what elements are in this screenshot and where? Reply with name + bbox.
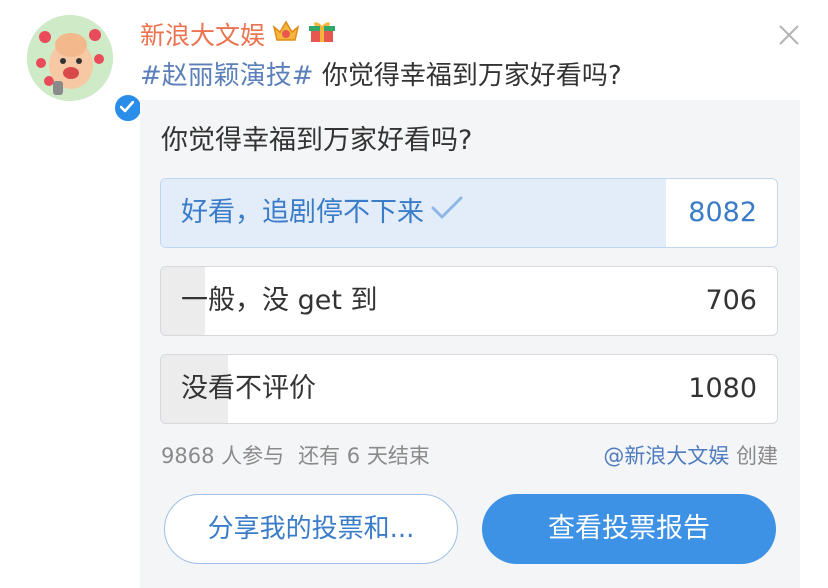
option-count: 1080	[688, 373, 757, 404]
gift-badge-icon	[307, 18, 337, 50]
share-vote-button[interactable]: 分享我的投票和...	[164, 494, 458, 564]
poll-meta: 9868 人参与 还有 6 天结束	[161, 440, 430, 470]
verified-icon	[113, 93, 143, 123]
poll-option[interactable]: 好看，追剧停不下来 8082	[160, 178, 778, 248]
option-count: 706	[705, 285, 757, 316]
poll-question: 你觉得幸福到万家好看吗?	[161, 125, 473, 156]
poll-creator: @新浪大文娱 创建	[603, 440, 778, 470]
checkmark-icon	[430, 179, 464, 247]
option-label-row: 没看不评价	[181, 355, 316, 423]
option-label: 一般，没 get 到	[181, 285, 378, 316]
option-count: 8082	[688, 197, 757, 228]
post-body: 你觉得幸福到万家好看吗?	[313, 61, 622, 91]
avatar-illustration	[27, 15, 113, 101]
poll-option[interactable]: 没看不评价 1080	[160, 354, 778, 424]
creator-suffix: 创建	[729, 444, 778, 468]
avatar[interactable]	[27, 15, 143, 123]
poll-option[interactable]: 一般，没 get 到 706	[160, 266, 778, 336]
post-text: #赵丽颖演技# 你觉得幸福到万家好看吗?	[140, 58, 622, 94]
crown-badge-icon	[271, 18, 301, 50]
close-icon[interactable]	[776, 22, 802, 48]
option-label-row: 好看，追剧停不下来	[181, 179, 464, 247]
participants-count: 9868 人参与	[161, 444, 285, 468]
hashtag-link[interactable]: #赵丽颖演技#	[140, 61, 314, 91]
author-row: 新浪大文娱	[140, 17, 337, 51]
author-name[interactable]: 新浪大文娱	[140, 16, 265, 52]
option-label: 好看，追剧停不下来	[181, 197, 424, 228]
creator-link[interactable]: @新浪大文娱	[603, 444, 729, 468]
view-report-button[interactable]: 查看投票报告	[482, 494, 776, 564]
remaining-time: 还有 6 天结束	[298, 444, 430, 468]
option-label: 没看不评价	[181, 373, 316, 404]
option-label-row: 一般，没 get 到	[181, 267, 378, 335]
